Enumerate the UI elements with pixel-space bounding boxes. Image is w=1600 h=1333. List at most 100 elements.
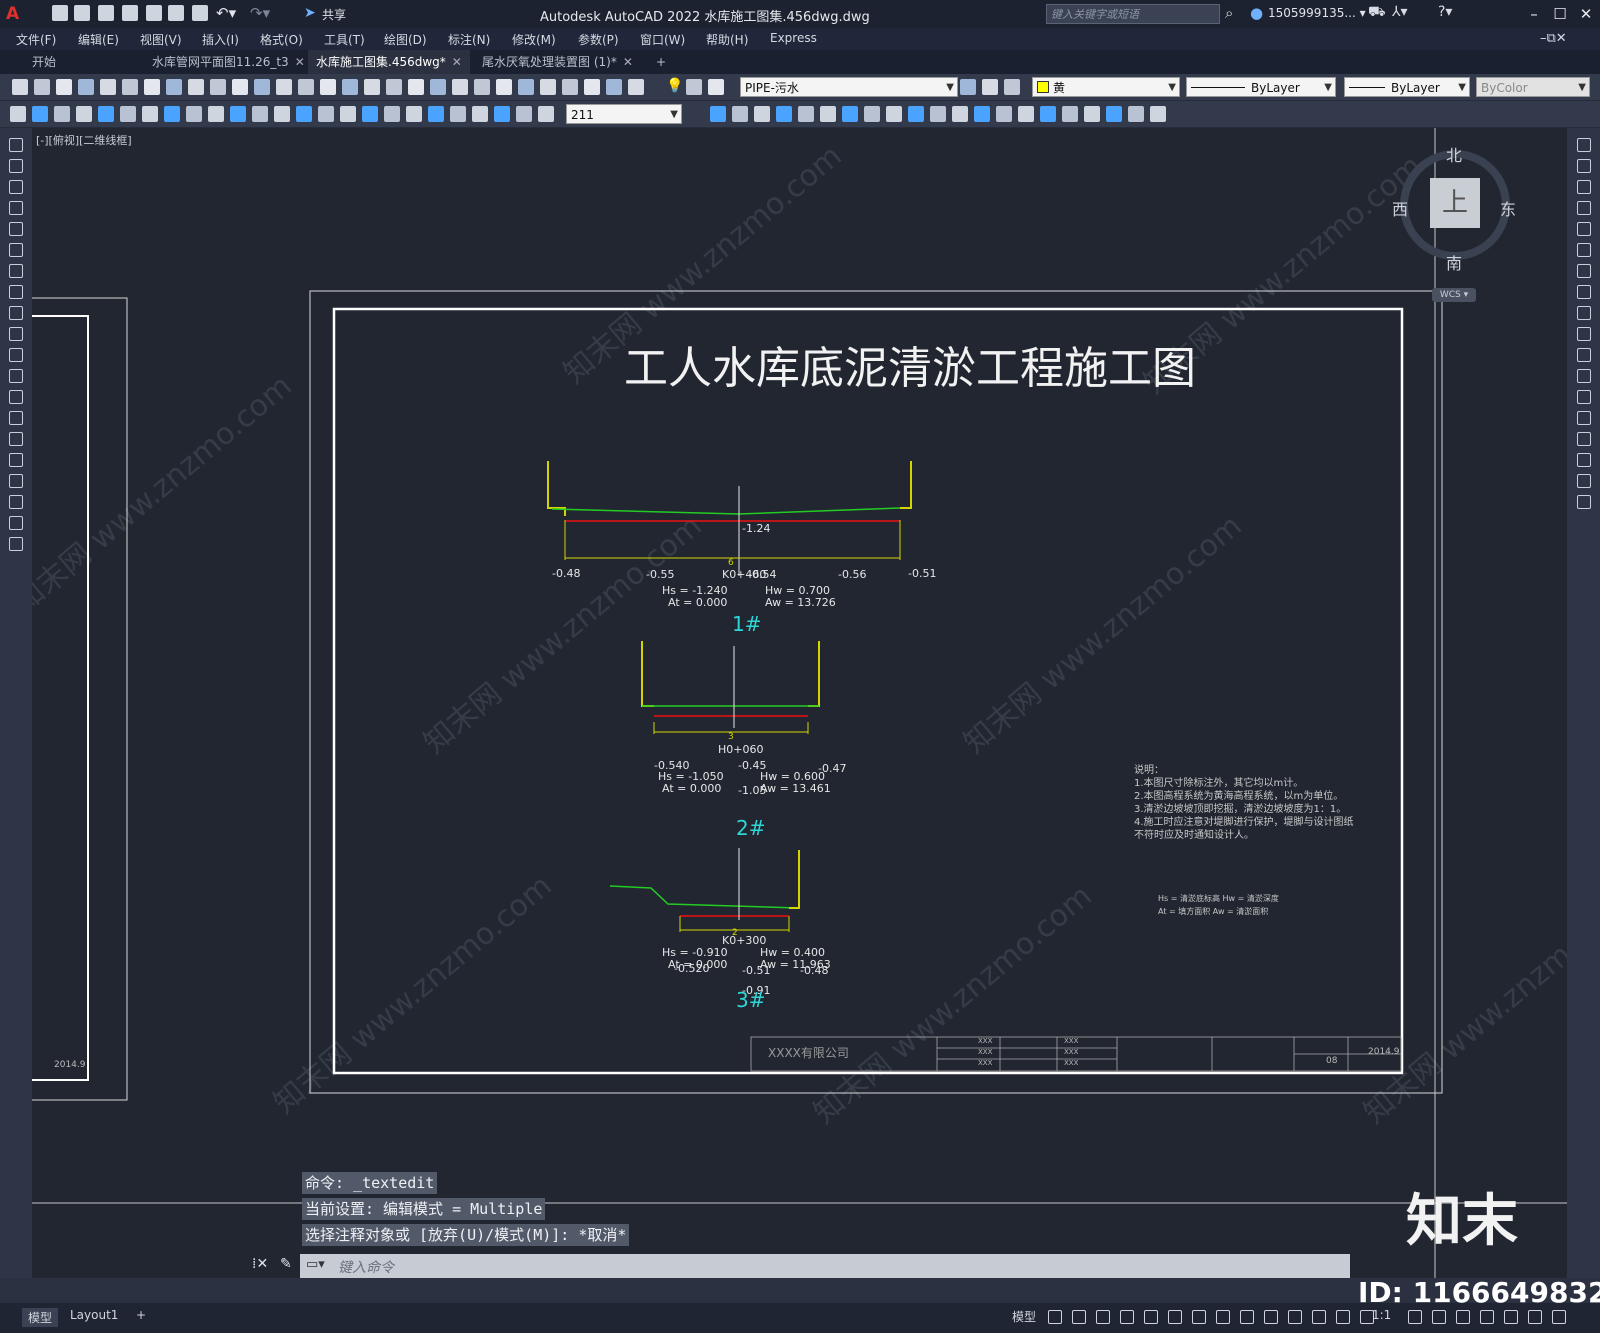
menu-file[interactable]: 文件(F)	[16, 31, 56, 48]
toolbar-tool-icon[interactable]	[584, 79, 600, 95]
menu-insert[interactable]: 插入(I)	[202, 31, 239, 48]
close-tab-icon[interactable]: ✕	[452, 55, 462, 69]
close-tab-icon[interactable]: ✕	[295, 55, 305, 69]
toolbar-tool-icon[interactable]	[930, 106, 946, 122]
customize-icon[interactable]: ✎	[280, 1256, 292, 1272]
tool-icon[interactable]	[1577, 264, 1591, 278]
tool-icon[interactable]	[1577, 348, 1591, 362]
compass-east[interactable]: 东	[1500, 196, 1516, 220]
toolbar-tool-icon[interactable]	[276, 79, 292, 95]
toolbar-tool-icon[interactable]	[34, 79, 50, 95]
status-toggle-icon[interactable]	[1360, 1310, 1374, 1324]
command-input[interactable]: ▭▾ 键入命令	[300, 1254, 1350, 1278]
viewcube-face[interactable]: 上	[1430, 178, 1480, 228]
close-button[interactable]: ✕	[1576, 4, 1596, 24]
menu-window[interactable]: 窗口(W)	[640, 31, 685, 48]
toolbar-tool-icon[interactable]	[798, 106, 814, 122]
menu-modify[interactable]: 修改(M)	[512, 31, 556, 48]
toolbar-tool-icon[interactable]	[908, 106, 924, 122]
toolbar-tool-icon[interactable]	[208, 106, 224, 122]
tool-icon[interactable]	[1577, 138, 1591, 152]
open-icon[interactable]	[74, 5, 90, 21]
toolbar-tool-icon[interactable]	[342, 79, 358, 95]
lightbulb-icon[interactable]: 💡	[666, 78, 683, 94]
tool-icon[interactable]	[9, 495, 23, 509]
linetype-dropdown[interactable]: ByLayer ▼	[1186, 77, 1336, 97]
share-button[interactable]: 共享	[322, 6, 346, 23]
save-as-icon[interactable]	[122, 5, 138, 21]
close-tab-icon[interactable]: ✕	[623, 55, 633, 69]
toolbar-tool-icon[interactable]	[320, 79, 336, 95]
toolbar-tool-icon[interactable]	[820, 106, 836, 122]
toolbar-tool-icon[interactable]	[274, 106, 290, 122]
toolbar-tool-icon[interactable]	[142, 106, 158, 122]
toolbar-tool-icon[interactable]	[98, 106, 114, 122]
toolbar-tool-icon[interactable]	[886, 106, 902, 122]
status-toggle-icon[interactable]	[1456, 1310, 1470, 1324]
status-toggle-icon[interactable]	[1336, 1310, 1350, 1324]
tool-icon[interactable]	[1577, 474, 1591, 488]
toolbar-tool-icon[interactable]	[996, 106, 1012, 122]
toolbar-tool-icon[interactable]	[54, 106, 70, 122]
tool-icon[interactable]	[1577, 327, 1591, 341]
menu-edit[interactable]: 编辑(E)	[78, 31, 119, 48]
tool-icon[interactable]	[9, 180, 23, 194]
tool-icon[interactable]	[1577, 306, 1591, 320]
tool-icon[interactable]	[9, 222, 23, 236]
toolbar-tool-icon[interactable]	[708, 79, 724, 95]
toolbar-tool-icon[interactable]	[540, 79, 556, 95]
status-toggle-icon[interactable]	[1096, 1310, 1110, 1324]
toolbar-tool-icon[interactable]	[628, 79, 644, 95]
tool-icon[interactable]	[1577, 180, 1591, 194]
toolbar-tool-icon[interactable]	[1018, 106, 1034, 122]
new-icon[interactable]	[52, 5, 68, 21]
menu-dimension[interactable]: 标注(N)	[448, 31, 490, 48]
plotstyle-dropdown[interactable]: ByColor ▼	[1476, 77, 1590, 97]
user-account[interactable]: 1505999135... ▾	[1268, 6, 1366, 20]
menu-help[interactable]: 帮助(H)	[706, 31, 748, 48]
status-toggle-icon[interactable]	[1528, 1310, 1542, 1324]
lineweight-dropdown[interactable]: ByLayer ▼	[1344, 77, 1470, 97]
status-toggle-icon[interactable]	[1504, 1310, 1518, 1324]
toolbar-tool-icon[interactable]	[776, 106, 792, 122]
status-toggle-icon[interactable]	[1120, 1310, 1134, 1324]
status-toggle-icon[interactable]	[1192, 1310, 1206, 1324]
cart-icon[interactable]: ⛟	[1368, 4, 1386, 22]
tool-icon[interactable]	[9, 201, 23, 215]
toolbar-tool-icon[interactable]	[974, 106, 990, 122]
tool-icon[interactable]	[9, 243, 23, 257]
tool-icon[interactable]	[9, 432, 23, 446]
toolbar-tool-icon[interactable]	[386, 79, 402, 95]
tool-icon[interactable]	[9, 453, 23, 467]
status-toggle-icon[interactable]	[1288, 1310, 1302, 1324]
toolbar-tool-icon[interactable]	[100, 79, 116, 95]
user-icon[interactable]: ●	[1250, 4, 1263, 22]
undo-icon[interactable]: ↶▾	[216, 4, 236, 22]
toolbar-tool-icon[interactable]	[252, 106, 268, 122]
status-toggle-icon[interactable]	[1072, 1310, 1086, 1324]
wcs-menu[interactable]: WCS ▾	[1432, 288, 1476, 302]
tool-icon[interactable]	[9, 264, 23, 278]
plot-icon[interactable]	[168, 5, 184, 21]
menu-tools[interactable]: 工具(T)	[324, 31, 365, 48]
toolbar-tool-icon[interactable]	[496, 79, 512, 95]
toolbar-tool-icon[interactable]	[516, 106, 532, 122]
tool-icon[interactable]	[9, 411, 23, 425]
compass-south[interactable]: 南	[1446, 250, 1462, 274]
layer-dropdown[interactable]: PIPE-污水 ▼	[740, 77, 958, 97]
tool-icon[interactable]	[1577, 453, 1591, 467]
toolbar-tool-icon[interactable]	[606, 79, 622, 95]
model-space-toggle[interactable]: 模型	[1012, 1308, 1036, 1325]
autodesk-app-icon[interactable]: ⅄▾	[1392, 4, 1408, 20]
toolbar-tool-icon[interactable]	[960, 79, 976, 95]
status-toggle-icon[interactable]	[1144, 1310, 1158, 1324]
toolbar-tool-icon[interactable]	[1004, 79, 1020, 95]
toolbar-tool-icon[interactable]	[188, 79, 204, 95]
toolbar-tool-icon[interactable]	[952, 106, 968, 122]
tool-icon[interactable]	[1577, 222, 1591, 236]
autocad-logo-icon[interactable]: A	[6, 4, 24, 24]
maximize-button[interactable]: ☐	[1550, 4, 1570, 24]
command-close-icon[interactable]: ⁞✕	[252, 1256, 268, 1272]
toolbar-tool-icon[interactable]	[364, 79, 380, 95]
tool-icon[interactable]	[1577, 369, 1591, 383]
